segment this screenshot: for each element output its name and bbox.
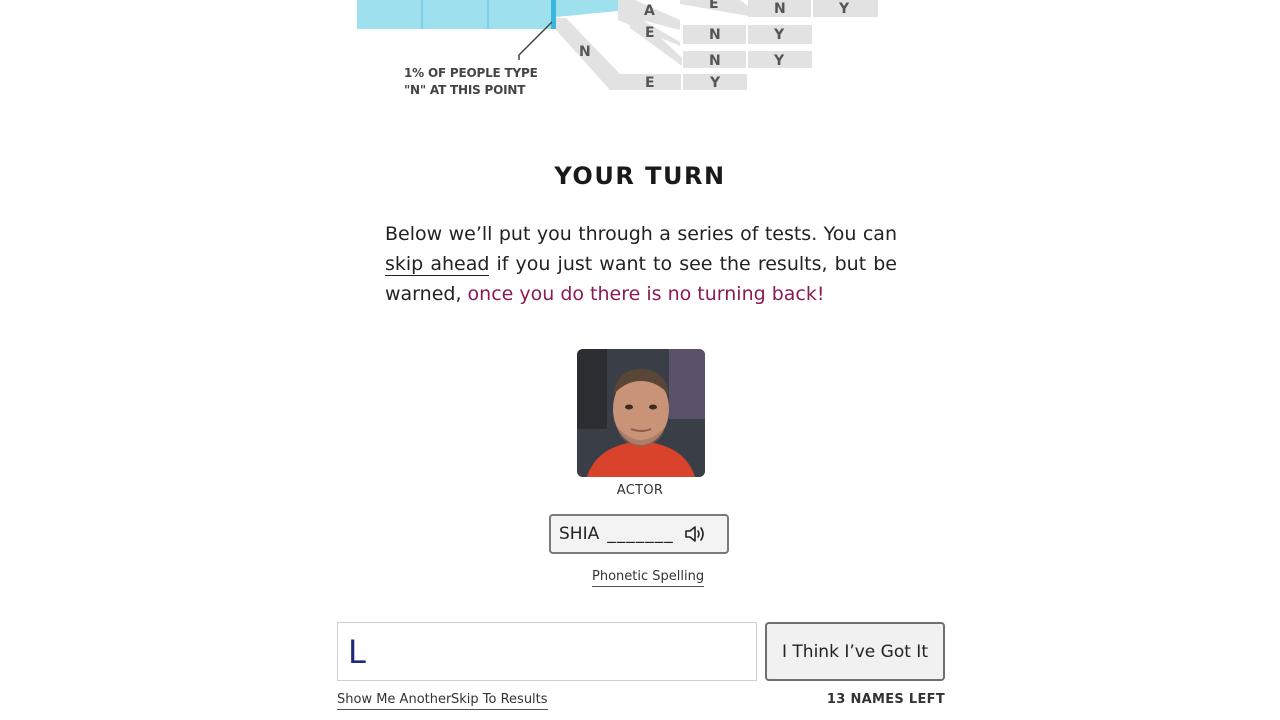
section-title: YOUR TURN <box>554 162 726 190</box>
tree-graphic: A E N Y E N Y N Y N E Y <box>357 0 878 91</box>
intro-warning: once you do there is no turning back! <box>467 283 825 305</box>
occupation-label: ACTOR <box>616 483 664 498</box>
intro-text: Below we’ll put you through a series of … <box>385 223 897 245</box>
skip-to-results-link[interactable]: Skip To Results <box>451 692 548 710</box>
tree-annotation-line: 1% OF PEOPLE TYPE <box>404 66 538 80</box>
tree-letter: Y <box>838 1 850 17</box>
tree-current-marker <box>551 0 556 29</box>
tree-letter: N <box>709 53 721 69</box>
tree-letter: Y <box>773 53 785 69</box>
show-another-link[interactable]: Show Me Another <box>337 692 452 710</box>
intro-paragraph: Below we’ll put you through a series of … <box>385 219 897 309</box>
answer-input[interactable] <box>337 622 757 681</box>
tree-letter: N <box>709 27 721 43</box>
submit-answer-button[interactable]: I Think I’ve Got It <box>765 622 945 681</box>
name-hint-box: SHIA _______ <box>549 514 729 554</box>
tree-letter: Y <box>773 27 785 43</box>
tree-annotation-line: "N" AT THIS POINT <box>404 83 526 97</box>
tree-letter: Y <box>709 75 721 91</box>
portrait-image <box>577 349 705 477</box>
person-photo <box>577 349 705 477</box>
speaker-icon[interactable] <box>684 524 708 544</box>
tree-main-bar <box>357 0 553 29</box>
tree-letter: A <box>644 3 655 19</box>
tree-letter: N <box>774 1 786 17</box>
tree-letter: E <box>645 25 655 41</box>
hint-first-name: SHIA <box>559 524 600 544</box>
names-left-count: 13 NAMES LEFT <box>826 692 945 707</box>
skip-ahead-link[interactable]: skip ahead <box>385 253 490 276</box>
phonetic-spelling-link[interactable]: Phonetic Spelling <box>592 569 705 587</box>
tree-letter: E <box>645 75 655 91</box>
tree-letter: E <box>709 0 719 12</box>
tree-letter: N <box>579 44 591 60</box>
hint-blank: _______ <box>607 524 674 544</box>
tree-annotation: 1% OF PEOPLE TYPE "N" AT THIS POINT <box>404 65 538 99</box>
typing-tree-diagram: A E N Y E N Y N Y N E Y 1% OF PEOPLE TYP… <box>0 0 1280 110</box>
